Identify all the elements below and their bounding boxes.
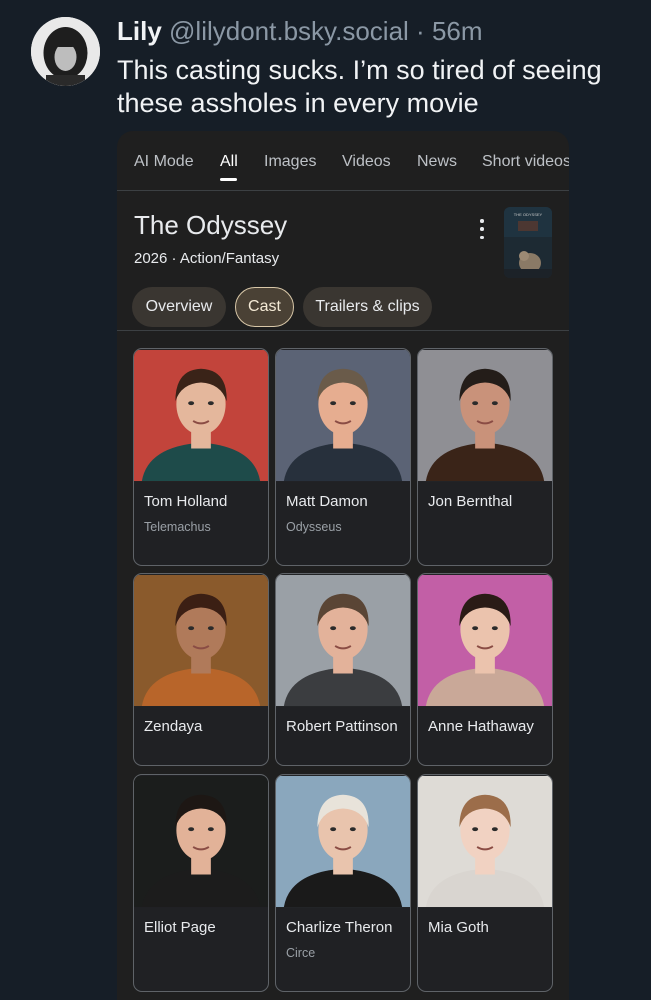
- knowledge-panel-title: The Odyssey: [134, 210, 288, 240]
- avatar-portrait-icon: [31, 17, 100, 86]
- tab-ai-mode[interactable]: AI Mode: [134, 153, 194, 171]
- cast-card-zendaya[interactable]: Zendaya: [133, 573, 269, 766]
- cast-photo: [418, 574, 552, 707]
- cast-photo: [134, 775, 268, 908]
- cast-role: Odysseus: [286, 520, 342, 534]
- cast-card-anne-hathaway[interactable]: Anne Hathaway: [417, 573, 553, 766]
- cast-name: Mia Goth: [428, 919, 489, 936]
- cast-photo: [418, 775, 552, 908]
- post-header: Lily @lilydont.bsky.social · 56m: [117, 15, 635, 47]
- chip-overview[interactable]: Overview: [132, 287, 226, 327]
- person-portrait-icon: [276, 574, 410, 707]
- person-portrait-icon: [418, 349, 552, 482]
- author-name[interactable]: Lily: [117, 16, 162, 46]
- author-avatar[interactable]: [31, 17, 100, 86]
- post-separator: ·: [416, 16, 425, 46]
- cast-photo: [134, 574, 268, 707]
- cast-card-mia-goth[interactable]: Mia Goth: [417, 774, 553, 992]
- cast-name: Matt Damon: [286, 493, 368, 510]
- chip-cast[interactable]: Cast: [235, 287, 294, 327]
- cast-card-charlize-theron[interactable]: Charlize Theron Circe: [275, 774, 411, 992]
- cast-name: Robert Pattinson: [286, 718, 398, 735]
- cast-card-jon-bernthal[interactable]: Jon Bernthal: [417, 348, 553, 566]
- person-portrait-icon: [276, 775, 410, 908]
- cast-name: Charlize Theron: [286, 919, 393, 936]
- cast-photo: [134, 349, 268, 482]
- cast-card-elliot-page[interactable]: Elliot Page: [133, 774, 269, 992]
- cast-photo: [276, 574, 410, 707]
- post-timestamp[interactable]: 56m: [432, 16, 483, 46]
- movie-poster[interactable]: THE ODYSSEY: [504, 207, 552, 278]
- cast-photo: [276, 775, 410, 908]
- author-handle[interactable]: @lilydont.bsky.social: [169, 16, 409, 46]
- cast-name: Elliot Page: [144, 919, 216, 936]
- cast-card-robert-pattinson[interactable]: Robert Pattinson: [275, 573, 411, 766]
- tab-videos[interactable]: Videos: [342, 153, 391, 171]
- person-portrait-icon: [418, 574, 552, 707]
- person-portrait-icon: [134, 574, 268, 707]
- search-tabs: AI Mode All Images Videos News Short vid…: [117, 131, 569, 191]
- person-portrait-icon: [134, 775, 268, 908]
- person-portrait-icon: [276, 349, 410, 482]
- cast-card-tom-holland[interactable]: Tom Holland Telemachus: [133, 348, 269, 566]
- tab-all[interactable]: All: [220, 153, 238, 171]
- cast-role: Telemachus: [144, 520, 211, 534]
- poster-image-icon: THE ODYSSEY: [504, 207, 552, 278]
- embedded-screenshot[interactable]: AI Mode All Images Videos News Short vid…: [117, 131, 569, 1000]
- person-portrait-icon: [134, 349, 268, 482]
- cast-name: Zendaya: [144, 718, 203, 735]
- cast-name: Tom Holland: [144, 493, 228, 510]
- poster-title-text: THE ODYSSEY: [514, 212, 543, 217]
- chip-trailers-clips[interactable]: Trailers & clips: [303, 287, 432, 327]
- cast-role: Circe: [286, 946, 316, 960]
- more-options-icon[interactable]: [475, 219, 489, 239]
- cast-name: Jon Bernthal: [428, 493, 513, 510]
- knowledge-panel-subtitle: 2026 · Action/Fantasy: [134, 250, 280, 267]
- cast-name: Anne Hathaway: [428, 718, 534, 735]
- cast-photo: [276, 349, 410, 482]
- active-tab-indicator: [220, 178, 237, 181]
- cast-card-matt-damon[interactable]: Matt Damon Odysseus: [275, 348, 411, 566]
- tab-images[interactable]: Images: [264, 153, 316, 171]
- tab-short-videos[interactable]: Short videos: [482, 153, 569, 171]
- cast-photo: [418, 349, 552, 482]
- tab-news[interactable]: News: [417, 153, 457, 171]
- post-text: This casting sucks. I’m so tired of seei…: [117, 55, 602, 118]
- divider: [117, 330, 569, 331]
- person-portrait-icon: [418, 775, 552, 908]
